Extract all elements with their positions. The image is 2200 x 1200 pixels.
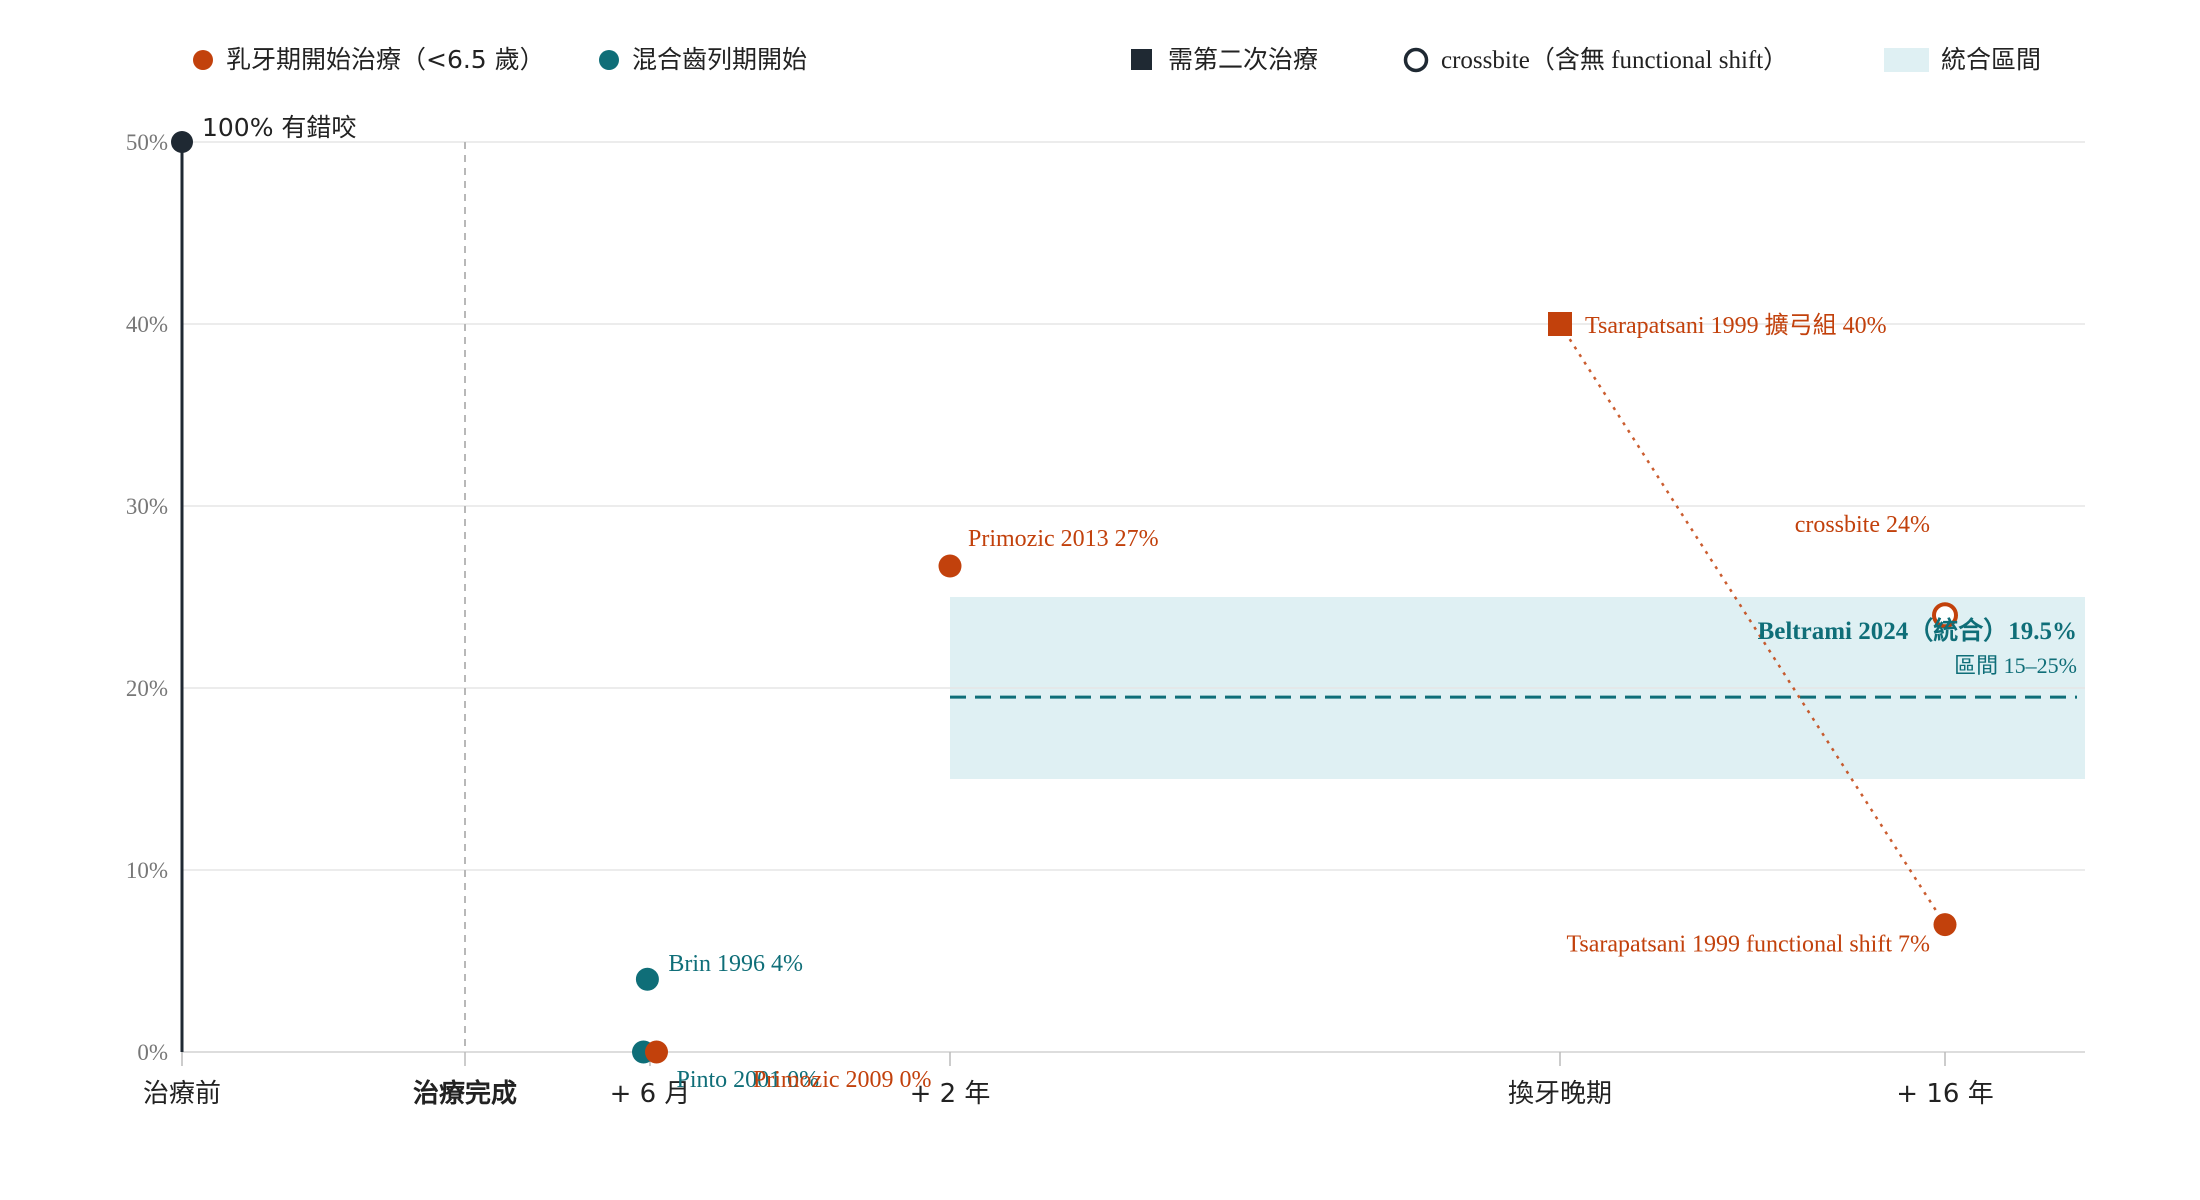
x-tick-label: 治療完成 — [413, 1078, 517, 1109]
legend-item: 統合區間 — [1884, 45, 2041, 74]
legend-label: 需第二次治療 — [1168, 45, 1318, 74]
legend-label: 統合區間 — [1941, 45, 2041, 74]
legend-item: crossbite（含無 functional shift） — [1403, 46, 1788, 74]
pooled-label: Beltrami 2024（統合）19.5% — [1758, 616, 2077, 645]
chart: 乳牙期開始治療（<6.5 歲） 混合齒列期開始 需第二次治療 crossbite（含無… — [126, 45, 2085, 1109]
data-point — [635, 967, 659, 991]
legend-item: 混合齒列期開始 — [599, 45, 807, 74]
data-label: Brin 1996 4% — [668, 951, 803, 977]
data-point — [645, 1040, 668, 1064]
legend-dot-icon — [193, 50, 213, 70]
y-tick-label: 30% — [126, 494, 168, 519]
legend-label: 乳牙期開始治療（<6.5 歲） — [226, 45, 545, 74]
legend-label: crossbite（含無 functional shift） — [1441, 46, 1788, 74]
x-tick-label: 換牙晚期 — [1508, 1079, 1612, 1109]
legend-item: 需第二次治療 — [1131, 45, 1318, 74]
x-tick-label: 治療前 — [143, 1079, 221, 1109]
legend-band-icon — [1884, 48, 1929, 72]
legend-open-circle-icon — [1403, 47, 1429, 73]
legend: 乳牙期開始治療（<6.5 歲） 混合齒列期開始 需第二次治療 crossbite（含無… — [193, 45, 2041, 74]
legend-square-icon — [1131, 49, 1152, 70]
data-label: crossbite 24% — [1795, 512, 1930, 538]
data-point — [938, 554, 962, 578]
y-tick-label: 10% — [126, 858, 168, 883]
baseline-label: 100% 有錯咬 — [202, 113, 356, 142]
legend-label: 混合齒列期開始 — [632, 45, 807, 74]
y-tick-label: 0% — [137, 1040, 168, 1065]
y-tick-label: 40% — [126, 312, 168, 337]
data-point-square — [1548, 312, 1572, 336]
x-tick-label: + 16 年 — [1896, 1079, 1993, 1109]
y-tick-label: 50% — [126, 130, 168, 155]
legend-item: 乳牙期開始治療（<6.5 歲） — [193, 45, 545, 74]
data-label: Primozic 2013 27% — [968, 526, 1159, 552]
data-label: Tsarapatsani 1999 擴弓組 40% — [1585, 312, 1887, 339]
pooled-range-label: 區間 15–25% — [1954, 653, 2077, 678]
baseline-point — [171, 131, 193, 153]
data-label: Primozic 2009 0% — [753, 1067, 932, 1093]
legend-dot-icon — [599, 50, 619, 70]
y-tick-label: 20% — [126, 676, 168, 701]
data-point — [1933, 913, 1957, 937]
data-label: Tsarapatsani 1999 functional shift 7% — [1566, 932, 1930, 958]
